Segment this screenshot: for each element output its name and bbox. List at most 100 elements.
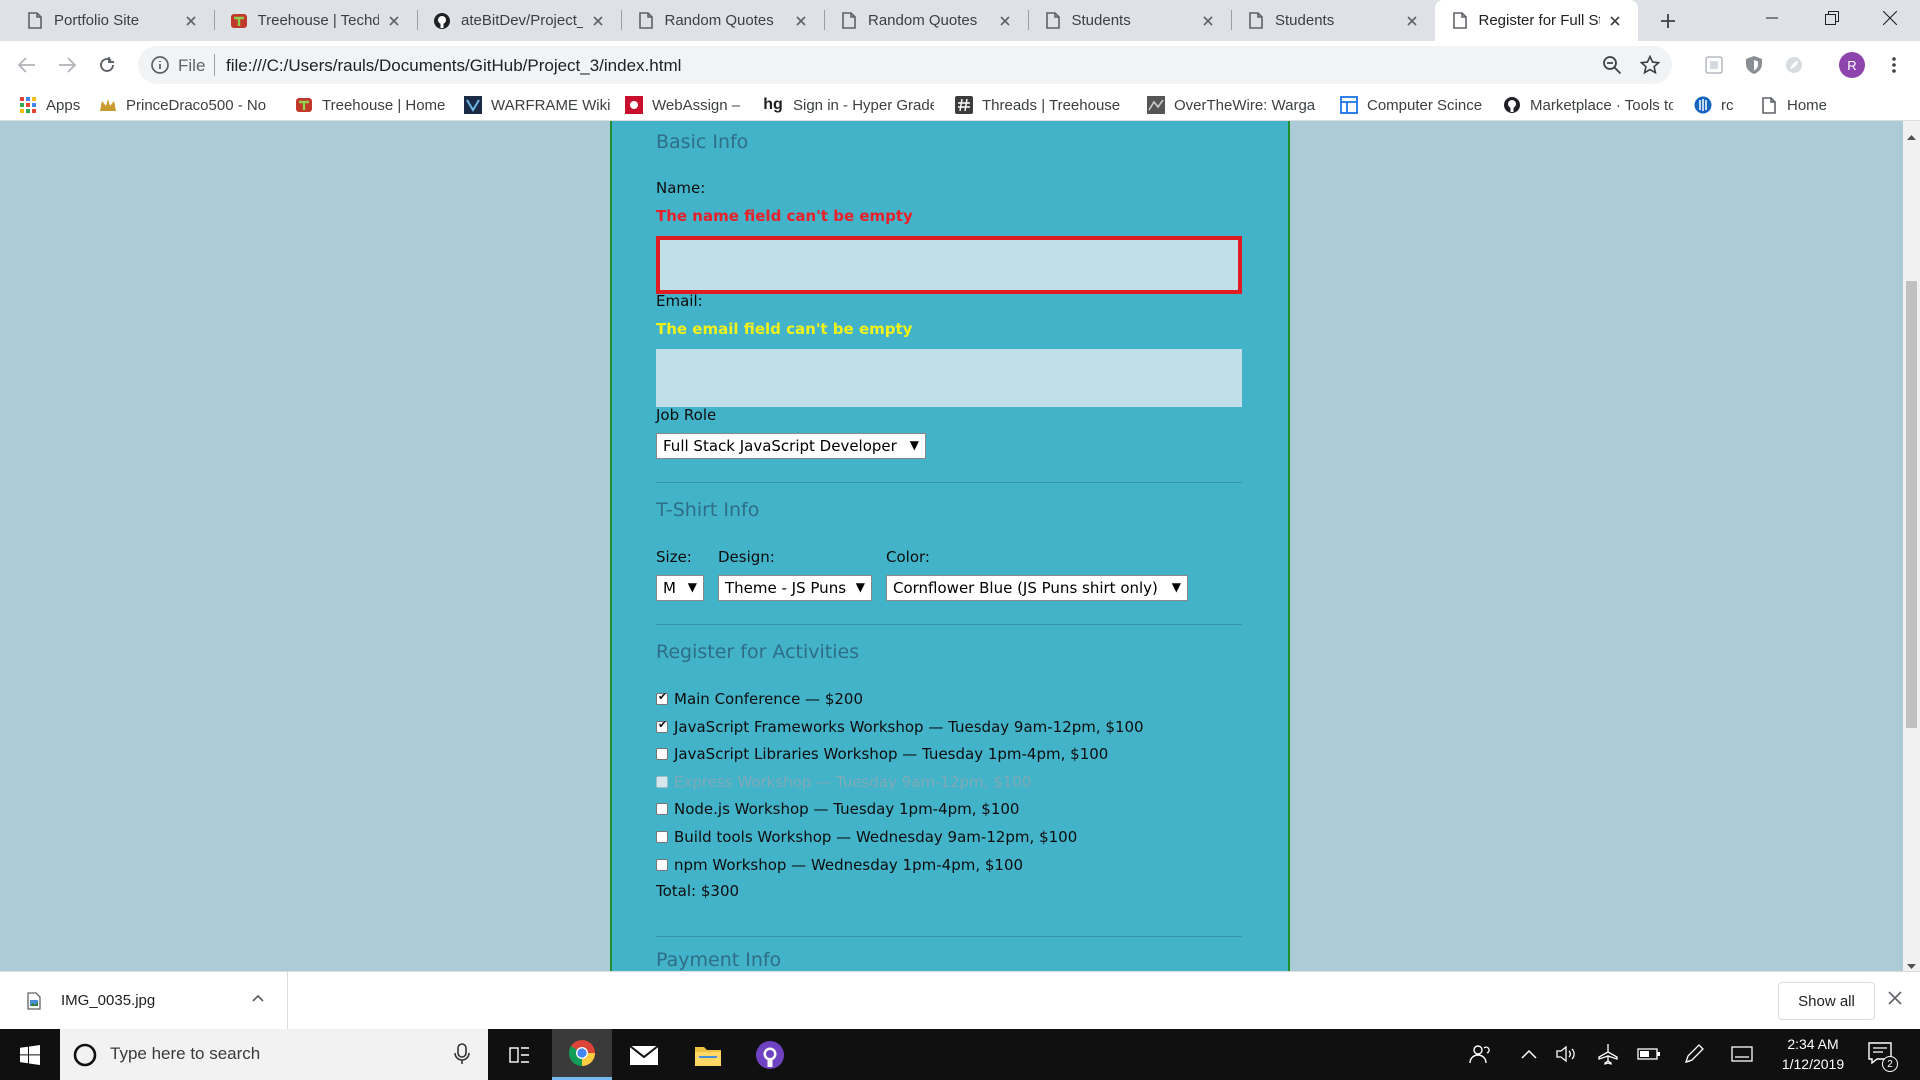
close-icon[interactable] — [182, 12, 200, 30]
bookmark-webassign[interactable]: WebAssign – — [625, 94, 753, 116]
close-icon[interactable] — [792, 12, 810, 30]
show-hidden-icons-button[interactable] — [1517, 1042, 1541, 1066]
task-view-button[interactable] — [490, 1029, 550, 1080]
checkbox[interactable] — [656, 690, 668, 705]
battery-icon — [1637, 1048, 1660, 1060]
tab-register-active[interactable]: Register for Full St — [1434, 0, 1638, 41]
url-text[interactable]: file:///C:/Users/rauls/Documents/GitHub/… — [226, 56, 681, 76]
new-tab-button[interactable] — [1656, 9, 1680, 33]
checkbox — [656, 776, 668, 788]
extension-page-icon — [1705, 56, 1723, 74]
close-icon[interactable] — [1606, 12, 1624, 30]
scroll-up-arrow-icon[interactable] — [1907, 125, 1916, 144]
activity-npm[interactable]: npm Workshop — Wednesday 1pm-4pm, $100 — [656, 854, 1023, 876]
bookmark-rc[interactable]: rc — [1694, 94, 1750, 116]
system-clock[interactable]: 2:34 AM 1/12/2019 — [1768, 1034, 1858, 1074]
name-error-message: The name field can't be empty — [656, 207, 913, 225]
checkbox[interactable] — [656, 718, 668, 733]
close-icon[interactable] — [1403, 12, 1421, 30]
bookmark-label: Marketplace · Tools to — [1530, 96, 1673, 114]
tab-github-project[interactable]: ateBitDev/Project_ — [417, 0, 621, 41]
checkbox[interactable] — [656, 831, 668, 843]
bookmark-label: Treehouse | Home — [322, 96, 446, 114]
bookmark-overthewire[interactable]: OverTheWire: Warga — [1147, 94, 1317, 116]
browser-toolbar: File file:///C:/Users/rauls/Documents/Gi… — [0, 41, 1920, 88]
start-button[interactable] — [0, 1029, 60, 1080]
close-icon[interactable] — [996, 12, 1014, 30]
layout-icon — [1340, 96, 1358, 114]
close-icon[interactable] — [1199, 12, 1217, 30]
checkbox[interactable] — [656, 859, 668, 871]
job-role-select[interactable]: Full Stack JavaScript Developer ▼ — [656, 433, 926, 459]
email-input[interactable] — [656, 349, 1242, 407]
tab-students[interactable]: Students — [1027, 0, 1232, 41]
show-all-button[interactable]: Show all — [1778, 982, 1875, 1020]
chrome-taskbar-button[interactable] — [552, 1029, 612, 1080]
bookmark-computer-science[interactable]: Computer Scince — [1340, 94, 1490, 116]
tab-students-2[interactable]: Students — [1231, 0, 1435, 41]
bookmark-threads[interactable]: Threads | Treehouse F — [955, 94, 1125, 116]
bookmark-home[interactable]: Home — [1760, 94, 1840, 116]
bookmark-apps[interactable]: Apps — [19, 94, 89, 116]
extension-button-2[interactable] — [1740, 51, 1768, 79]
info-icon[interactable] — [150, 55, 170, 79]
checkbox[interactable] — [656, 748, 668, 760]
bookmark-hypergrade[interactable]: hg Sign in - Hyper Grade — [762, 94, 934, 116]
page-scrollbar[interactable] — [1903, 121, 1920, 971]
forward-button[interactable] — [53, 51, 81, 79]
design-select[interactable]: Theme - JS Puns ▼ — [718, 575, 872, 601]
airplane-mode-button[interactable] — [1596, 1042, 1620, 1066]
size-select[interactable]: M ▼ — [656, 575, 704, 601]
extension-button-1[interactable] — [1700, 51, 1728, 79]
minimize-button[interactable] — [1742, 0, 1802, 36]
restore-button[interactable] — [1802, 0, 1862, 36]
color-select[interactable]: Cornflower Blue (JS Puns shirt only) ▼ — [886, 575, 1188, 601]
bookmark-warframe[interactable]: WARFRAME Wiki — [464, 94, 614, 116]
tab-random-quotes-2[interactable]: Random Quotes — [824, 0, 1028, 41]
people-button[interactable] — [1468, 1042, 1492, 1066]
pen-workspace-button[interactable] — [1682, 1042, 1706, 1066]
windows-logo-icon — [20, 1044, 40, 1065]
tab-random-quotes[interactable]: Random Quotes — [620, 0, 825, 41]
bookmark-star-icon[interactable] — [1639, 54, 1661, 79]
back-button[interactable] — [13, 51, 41, 79]
close-icon[interactable] — [385, 12, 403, 30]
menu-button[interactable] — [1880, 51, 1908, 79]
reload-button[interactable] — [93, 51, 121, 79]
activity-build-tools[interactable]: Build tools Workshop — Wednesday 9am-12p… — [656, 826, 1077, 848]
bookmark-princedraco[interactable]: PrinceDraco500 - No — [99, 94, 269, 116]
microphone-icon[interactable] — [454, 1043, 470, 1069]
bookmark-marketplace[interactable]: Marketplace · Tools to — [1503, 94, 1673, 116]
more-vertical-icon — [1892, 57, 1896, 73]
activity-nodejs[interactable]: Node.js Workshop — Tuesday 1pm-4pm, $100 — [656, 798, 1019, 820]
touch-keyboard-button[interactable] — [1730, 1042, 1754, 1066]
checkbox[interactable] — [656, 803, 668, 815]
tab-portfolio-site[interactable]: Portfolio Site — [10, 0, 214, 41]
close-icon[interactable] — [589, 12, 607, 30]
close-icon[interactable] — [1888, 990, 1902, 1009]
bookmark-label: WARFRAME Wiki — [491, 96, 611, 114]
activity-label: npm Workshop — Wednesday 1pm-4pm, $100 — [674, 856, 1024, 874]
name-input[interactable] — [656, 236, 1242, 294]
chevron-up-icon[interactable] — [250, 990, 266, 1010]
activity-main-conference[interactable]: Main Conference — $200 — [656, 688, 863, 710]
activity-js-frameworks[interactable]: JavaScript Frameworks Workshop — Tuesday… — [656, 716, 1144, 738]
tab-treehouse[interactable]: Treehouse | Techde — [213, 0, 418, 41]
file-explorer-taskbar-button[interactable] — [678, 1029, 738, 1080]
taskbar-search-box[interactable]: Type here to search — [60, 1029, 488, 1080]
activity-js-libraries[interactable]: JavaScript Libraries Workshop — Tuesday … — [656, 743, 1108, 765]
extension-button-3[interactable] — [1780, 51, 1808, 79]
volume-button[interactable] — [1555, 1042, 1579, 1066]
download-item[interactable]: IMG_0035.jpg — [0, 972, 288, 1029]
bookmark-label: PrinceDraco500 - No — [126, 96, 267, 114]
zoom-out-icon[interactable] — [1602, 55, 1622, 79]
battery-button[interactable] — [1637, 1042, 1661, 1066]
mail-taskbar-button[interactable] — [614, 1029, 674, 1080]
close-window-button[interactable] — [1860, 0, 1920, 36]
scrollbar-thumb[interactable] — [1906, 281, 1917, 728]
bookmark-label: WebAssign – — [652, 96, 741, 114]
address-bar[interactable]: File file:///C:/Users/rauls/Documents/Gi… — [138, 46, 1672, 84]
profile-avatar[interactable]: R — [1839, 52, 1865, 78]
bookmark-treehouse-home[interactable]: Treehouse | Home — [295, 94, 450, 116]
github-desktop-taskbar-button[interactable] — [740, 1029, 800, 1080]
